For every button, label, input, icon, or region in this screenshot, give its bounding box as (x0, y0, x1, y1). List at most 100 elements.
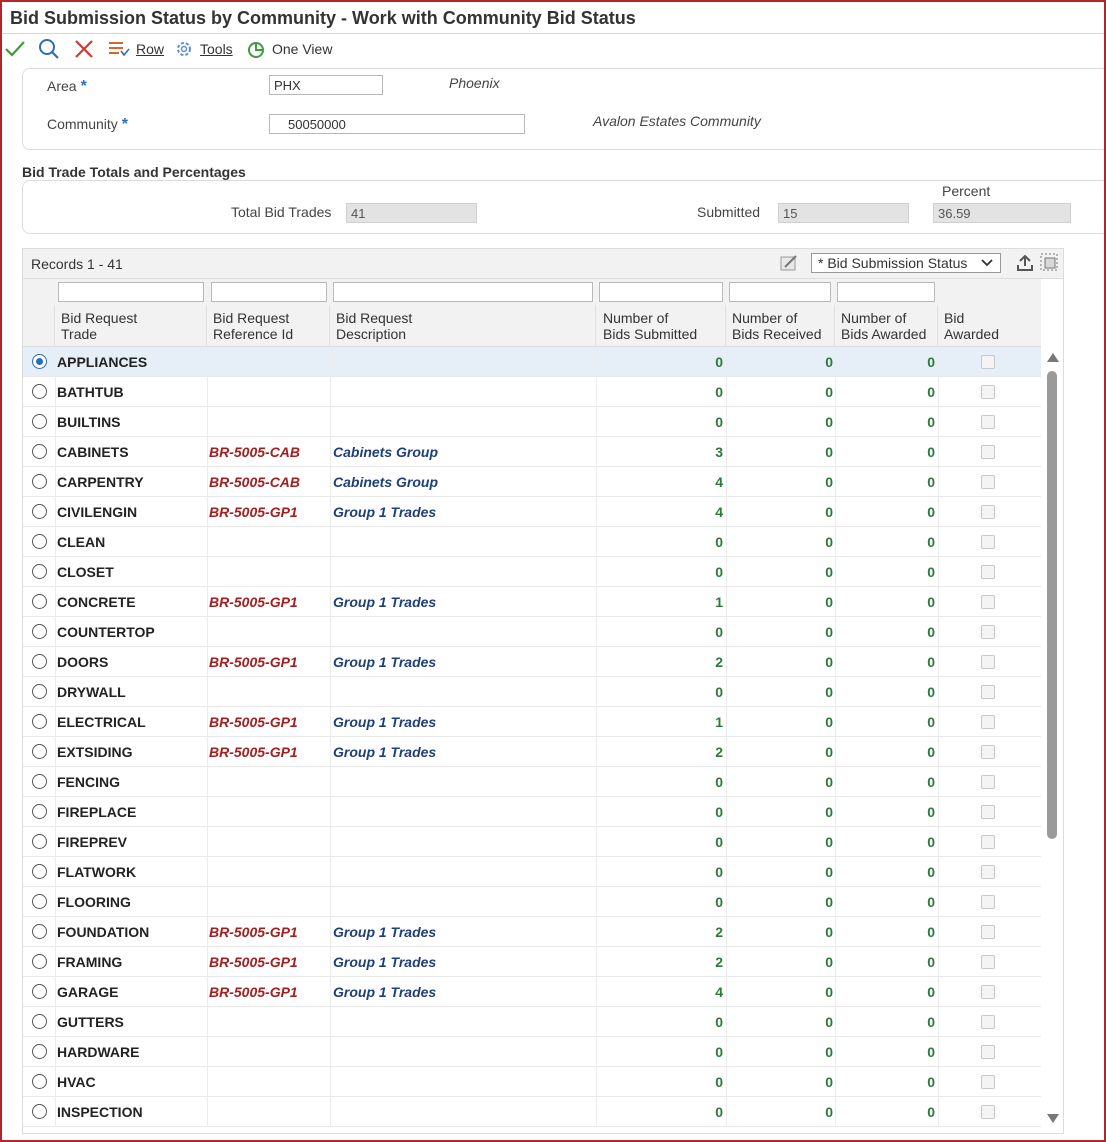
row-select-radio[interactable] (32, 984, 47, 999)
bid-awarded-checkbox[interactable] (981, 625, 995, 639)
reference-id-cell[interactable]: BR-5005-GP1 (209, 947, 298, 977)
bid-awarded-checkbox[interactable] (981, 895, 995, 909)
row-select-radio[interactable] (32, 414, 47, 429)
row-select-radio[interactable] (32, 1014, 47, 1029)
table-row[interactable]: FLOORING 0 0 0 (23, 887, 1041, 917)
table-row[interactable]: DRYWALL 0 0 0 (23, 677, 1041, 707)
scroll-up-icon[interactable] (1046, 351, 1060, 363)
row-select-radio[interactable] (32, 654, 47, 669)
bid-awarded-checkbox[interactable] (981, 475, 995, 489)
ok-button[interactable] (4, 38, 26, 60)
description-cell[interactable]: Group 1 Trades (333, 737, 436, 767)
table-row[interactable]: FIREPLACE 0 0 0 (23, 797, 1041, 827)
row-select-radio[interactable] (32, 864, 47, 879)
maximize-grid-icon[interactable] (1039, 252, 1059, 272)
table-row[interactable]: INSPECTION 0 0 0 (23, 1097, 1041, 1127)
reference-id-cell[interactable]: BR-5005-GP1 (209, 977, 298, 1007)
bid-awarded-checkbox[interactable] (981, 955, 995, 969)
row-select-radio[interactable] (32, 564, 47, 579)
row-select-radio[interactable] (32, 924, 47, 939)
row-select-radio[interactable] (32, 474, 47, 489)
bid-awarded-checkbox[interactable] (981, 355, 995, 369)
table-row[interactable]: FOUNDATION BR-5005-GP1 Group 1 Trades 2 0 0 (23, 917, 1041, 947)
filter-reference-id[interactable] (211, 282, 327, 302)
description-cell[interactable]: Group 1 Trades (333, 587, 436, 617)
table-row[interactable]: FRAMING BR-5005-GP1 Group 1 Trades 2 0 0 (23, 947, 1041, 977)
row-select-radio[interactable] (32, 804, 47, 819)
description-cell[interactable]: Group 1 Trades (333, 707, 436, 737)
table-row[interactable]: CABINETS BR-5005-CAB Cabinets Group 3 0 0 (23, 437, 1041, 467)
reference-id-cell[interactable]: BR-5005-GP1 (209, 737, 298, 767)
bid-awarded-checkbox[interactable] (981, 1045, 995, 1059)
find-button[interactable] (38, 38, 60, 60)
close-button[interactable] (74, 38, 94, 60)
table-row[interactable]: COUNTERTOP 0 0 0 (23, 617, 1041, 647)
grid-scrollbar[interactable] (1043, 347, 1063, 1133)
bid-awarded-checkbox[interactable] (981, 1075, 995, 1089)
row-select-radio[interactable] (32, 1104, 47, 1119)
export-icon[interactable] (1015, 253, 1035, 273)
edit-grid-icon[interactable] (779, 253, 799, 273)
row-select-radio[interactable] (32, 834, 47, 849)
filter-description[interactable] (333, 282, 593, 302)
table-row[interactable]: FIREPREV 0 0 0 (23, 827, 1041, 857)
bid-awarded-checkbox[interactable] (981, 835, 995, 849)
bid-awarded-checkbox[interactable] (981, 535, 995, 549)
bid-awarded-checkbox[interactable] (981, 715, 995, 729)
header-bid-request-reference-id[interactable]: Bid Request Reference Id (207, 305, 330, 347)
row-select-radio[interactable] (32, 774, 47, 789)
reference-id-cell[interactable]: BR-5005-GP1 (209, 497, 298, 527)
community-input[interactable]: 50050000 (269, 114, 525, 134)
reference-id-cell[interactable]: BR-5005-GP1 (209, 587, 298, 617)
bid-awarded-checkbox[interactable] (981, 745, 995, 759)
one-view-button[interactable]: One View (246, 38, 332, 60)
table-row[interactable]: DOORS BR-5005-GP1 Group 1 Trades 2 0 0 (23, 647, 1041, 677)
bid-awarded-checkbox[interactable] (981, 925, 995, 939)
row-select-radio[interactable] (32, 744, 47, 759)
row-select-radio[interactable] (32, 354, 47, 369)
row-select-radio[interactable] (32, 624, 47, 639)
row-select-radio[interactable] (32, 504, 47, 519)
table-row[interactable]: CIVILENGIN BR-5005-GP1 Group 1 Trades 4 0 0 (23, 497, 1041, 527)
table-row[interactable]: CLOSET 0 0 0 (23, 557, 1041, 587)
bid-awarded-checkbox[interactable] (981, 655, 995, 669)
table-row[interactable]: BUILTINS 0 0 0 (23, 407, 1041, 437)
table-row[interactable]: FENCING 0 0 0 (23, 767, 1041, 797)
filter-bids-received[interactable] (729, 282, 831, 302)
table-row[interactable]: CLEAN 0 0 0 (23, 527, 1041, 557)
bid-awarded-checkbox[interactable] (981, 565, 995, 579)
bid-awarded-checkbox[interactable] (981, 775, 995, 789)
row-select-radio[interactable] (32, 1044, 47, 1059)
bid-awarded-checkbox[interactable] (981, 415, 995, 429)
description-cell[interactable]: Group 1 Trades (333, 647, 436, 677)
header-bids-received[interactable]: Number of Bids Received (726, 305, 835, 347)
table-row[interactable]: GARAGE BR-5005-GP1 Group 1 Trades 4 0 0 (23, 977, 1041, 1007)
bid-awarded-checkbox[interactable] (981, 445, 995, 459)
scroll-down-icon[interactable] (1046, 1113, 1060, 1125)
row-select-radio[interactable] (32, 594, 47, 609)
filter-trade[interactable] (58, 282, 204, 302)
table-row[interactable]: BATHTUB 0 0 0 (23, 377, 1041, 407)
table-row[interactable]: APPLIANCES 0 0 0 (23, 347, 1041, 377)
row-select-radio[interactable] (32, 894, 47, 909)
reference-id-cell[interactable]: BR-5005-GP1 (209, 917, 298, 947)
filter-bids-submitted[interactable] (599, 282, 723, 302)
reference-id-cell[interactable]: BR-5005-CAB (209, 467, 300, 497)
table-row[interactable]: HVAC 0 0 0 (23, 1067, 1041, 1097)
description-cell[interactable]: Cabinets Group (333, 437, 438, 467)
header-bid-awarded[interactable]: Bid Awarded (938, 305, 1041, 347)
bid-awarded-checkbox[interactable] (981, 685, 995, 699)
bid-awarded-checkbox[interactable] (981, 1015, 995, 1029)
table-row[interactable]: GUTTERS 0 0 0 (23, 1007, 1041, 1037)
scroll-thumb[interactable] (1047, 371, 1057, 839)
tools-menu[interactable]: Tools (174, 38, 233, 60)
row-menu[interactable]: Row (108, 38, 164, 60)
header-bid-request-description[interactable]: Bid Request Description (330, 305, 596, 347)
table-row[interactable]: HARDWARE 0 0 0 (23, 1037, 1041, 1067)
grid-format-select[interactable]: * Bid Submission Status (811, 253, 1001, 273)
reference-id-cell[interactable]: BR-5005-CAB (209, 437, 300, 467)
table-row[interactable]: FLATWORK 0 0 0 (23, 857, 1041, 887)
area-input[interactable]: PHX (269, 75, 383, 95)
description-cell[interactable]: Group 1 Trades (333, 917, 436, 947)
row-select-radio[interactable] (32, 534, 47, 549)
